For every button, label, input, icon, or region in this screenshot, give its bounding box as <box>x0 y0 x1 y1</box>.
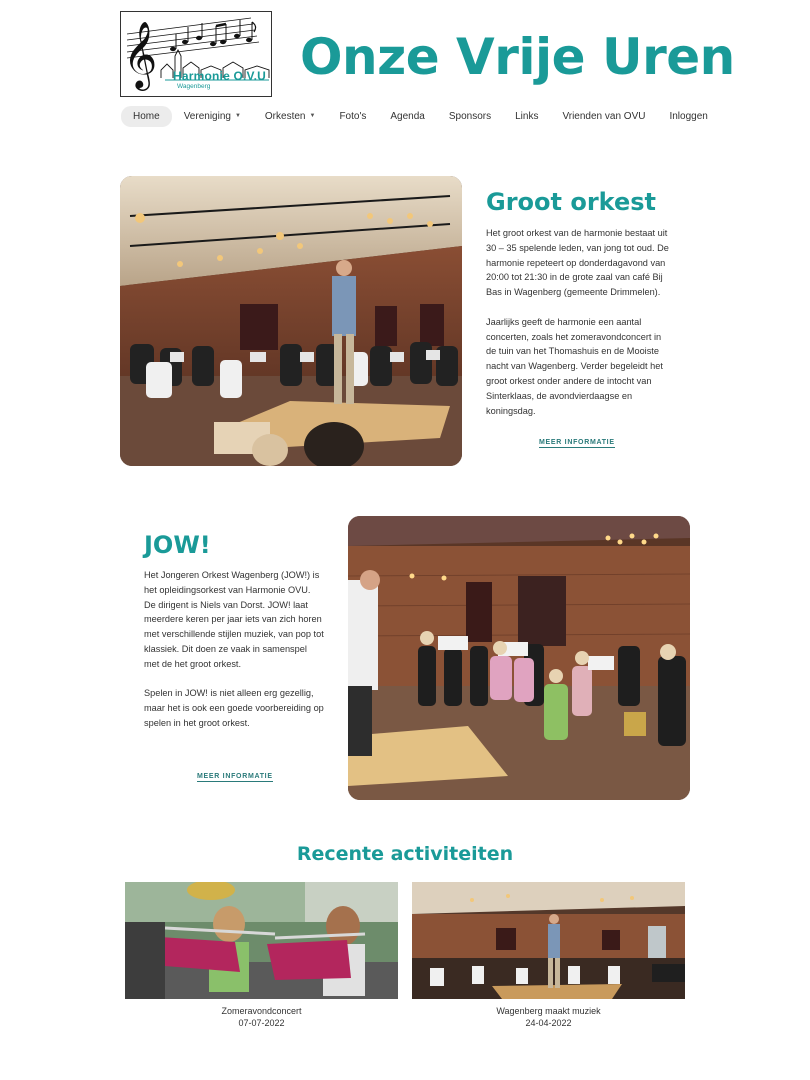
nav-item-inloggen[interactable]: Inloggen <box>657 106 719 127</box>
nav-item-orkesten[interactable]: Orkesten ▼ <box>253 106 328 127</box>
activity-card-image <box>412 882 685 999</box>
nav-item-label: Orkesten <box>264 111 306 122</box>
activity-card-title: Wagenberg maakt muziek <box>496 1006 601 1016</box>
site-logo[interactable]: 𝄞 Harmonie O.V.U Wagenberg <box>120 11 272 97</box>
caret-down-icon: ▼ <box>309 113 316 119</box>
nav-item-label: Inloggen <box>669 111 708 122</box>
jow-photo <box>348 516 690 800</box>
groot-orkest-text: Het groot orkest van de harmonie bestaat… <box>486 226 670 418</box>
nav-item-label: Agenda <box>390 111 425 122</box>
activity-card-date: 07-07-2022 <box>238 1018 285 1028</box>
activity-card[interactable]: Zomeravondconcert 07-07-2022 <box>125 882 398 1029</box>
nav-item-agenda[interactable]: Agenda <box>378 106 436 127</box>
activity-card-title: Zomeravondconcert <box>221 1006 302 1016</box>
groot-orkest-more-link[interactable]: MEER INFORMATIE <box>539 439 615 448</box>
activity-card-date: 24-04-2022 <box>525 1018 572 1028</box>
recent-activities-heading: Recente activiteiten <box>296 843 514 865</box>
nav-item-label: Home <box>133 111 160 122</box>
nav-item-home[interactable]: Home <box>121 106 172 127</box>
nav-item-vereniging[interactable]: Vereniging ▼ <box>172 106 253 127</box>
nav-item-label: Vereniging <box>183 111 231 122</box>
jow-heading: JOW! <box>144 531 211 559</box>
svg-text:𝄞: 𝄞 <box>123 20 157 91</box>
nav-item-label: Vrienden van OVU <box>562 111 646 122</box>
nav-item-vrienden[interactable]: Vrienden van OVU <box>550 106 657 127</box>
groot-orkest-heading: Groot orkest <box>486 188 657 216</box>
jow-paragraph-1: Het Jongeren Orkest Wagenberg (JOW!) is … <box>144 570 324 669</box>
nav-item-links[interactable]: Links <box>503 106 550 127</box>
nav-item-sponsors[interactable]: Sponsors <box>437 106 503 127</box>
groot-orkest-paragraph-2: Jaarlijks geeft de harmonie een aantal c… <box>486 316 663 416</box>
logo-subtitle: Wagenberg <box>177 83 211 90</box>
main-navigation: Home Vereniging ▼ Orkesten ▼ Foto's Agen… <box>121 106 720 127</box>
jow-text: Het Jongeren Orkest Wagenberg (JOW!) is … <box>144 568 324 731</box>
activity-card-image <box>125 882 398 999</box>
nav-item-label: Sponsors <box>448 111 492 122</box>
groot-orkest-photo <box>120 176 462 466</box>
activity-card[interactable]: Wagenberg maakt muziek 24-04-2022 <box>412 882 685 1029</box>
nav-item-label: Foto's <box>339 111 367 122</box>
nav-item-fotos[interactable]: Foto's <box>327 106 378 127</box>
caret-down-icon: ▼ <box>234 113 241 119</box>
nav-item-label: Links <box>515 111 539 122</box>
logo-title: Harmonie O.V.U <box>173 69 267 83</box>
jow-paragraph-2: Spelen in JOW! is niet alleen erg gezell… <box>144 688 324 728</box>
jow-more-link[interactable]: MEER INFORMATIE <box>197 773 273 782</box>
site-title: Onze Vrije Uren <box>300 28 735 86</box>
groot-orkest-paragraph-1: Het groot orkest van de harmonie bestaat… <box>486 228 669 298</box>
